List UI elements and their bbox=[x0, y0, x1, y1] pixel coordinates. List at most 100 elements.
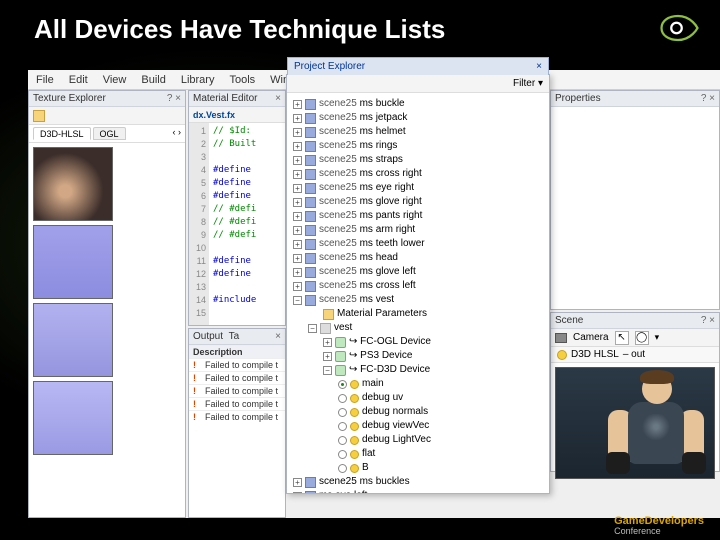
pointer-tool-icon[interactable]: ↖ bbox=[615, 331, 629, 345]
technique-label: flat bbox=[362, 447, 375, 461]
tree-row[interactable]: +scene25 ms straps bbox=[293, 153, 543, 167]
tree-expand-icon[interactable]: + bbox=[293, 240, 302, 249]
tree-expand-icon[interactable]: + bbox=[293, 212, 302, 221]
tree-item-icon bbox=[305, 99, 316, 110]
menu-build[interactable]: Build bbox=[141, 74, 165, 86]
tree-row[interactable]: − scene25 ms vest bbox=[293, 293, 543, 307]
tree-label: scene25 ms eye right bbox=[319, 181, 414, 195]
tree-row[interactable]: +scene25 ms glove right bbox=[293, 195, 543, 209]
tree-expand-icon[interactable]: + bbox=[293, 492, 302, 494]
output-row[interactable]: !Failed to compile t bbox=[189, 358, 285, 371]
tree-expand-icon[interactable]: + bbox=[293, 254, 302, 263]
tab-d3d-hlsl[interactable]: D3D-HLSL bbox=[33, 127, 91, 140]
tree-row[interactable]: + scene25 ms cross right bbox=[293, 167, 543, 181]
tree-expand-icon[interactable]: + bbox=[293, 100, 302, 109]
folder-icon[interactable] bbox=[33, 110, 45, 122]
output-row[interactable]: !Failed to compile t bbox=[189, 410, 285, 423]
project-tree[interactable]: +scene25 ms buckle+scene25 ms jetpack+sc… bbox=[287, 93, 549, 493]
tree-row[interactable]: +scene25 ms cross left bbox=[293, 279, 543, 293]
scene-extra-label: – out bbox=[623, 349, 645, 360]
tree-expand-icon[interactable]: + bbox=[293, 198, 302, 207]
menu-view[interactable]: View bbox=[103, 74, 127, 86]
pane-close-icon[interactable]: × bbox=[275, 93, 281, 104]
technique-row[interactable]: debug LightVec bbox=[293, 433, 543, 447]
tree-expand-icon[interactable]: + bbox=[293, 478, 302, 487]
tree-expand-icon[interactable]: + bbox=[323, 338, 332, 347]
texture-thumbnail[interactable] bbox=[33, 381, 113, 455]
tree-row[interactable]: Material Parameters bbox=[293, 307, 543, 321]
tree-expand-icon[interactable]: − bbox=[308, 324, 317, 333]
technique-row[interactable]: debug uv bbox=[293, 391, 543, 405]
tree-expand-icon[interactable]: + bbox=[293, 128, 302, 137]
menu-edit[interactable]: Edit bbox=[69, 74, 88, 86]
technique-radio-icon[interactable] bbox=[338, 408, 347, 417]
tree-expand-icon[interactable]: − bbox=[323, 366, 332, 375]
tree-row[interactable]: +scene25 ms arm right bbox=[293, 223, 543, 237]
tree-label: scene25 ms glove left bbox=[319, 265, 416, 279]
tree-expand-icon[interactable]: + bbox=[293, 170, 302, 179]
output-row[interactable]: !Failed to compile t bbox=[189, 371, 285, 384]
tree-row[interactable]: +scene25 ms buckle bbox=[293, 97, 543, 111]
output-row[interactable]: !Failed to compile t bbox=[189, 397, 285, 410]
tree-expand-icon[interactable]: + bbox=[293, 156, 302, 165]
tree-expand-icon[interactable]: + bbox=[293, 114, 302, 123]
tree-expand-icon[interactable]: + bbox=[293, 184, 302, 193]
code-body[interactable]: // $Id: // Built #define #define #define… bbox=[209, 123, 256, 325]
tree-label: scene25 ms vest bbox=[319, 293, 394, 307]
pane-close-icon[interactable]: × bbox=[275, 331, 281, 342]
technique-radio-icon[interactable] bbox=[338, 450, 347, 459]
tree-row[interactable]: +scene25 ms teeth lower bbox=[293, 237, 543, 251]
tab-ogl[interactable]: OGL bbox=[93, 127, 126, 140]
pane-close-icon[interactable]: ? × bbox=[701, 315, 715, 326]
technique-radio-icon[interactable] bbox=[338, 422, 347, 431]
tree-row[interactable]: +scene25 ms buckles bbox=[293, 475, 543, 489]
tree-label: scene25 ms cross right bbox=[319, 167, 422, 181]
tree-row[interactable]: + scene25 ms eye right bbox=[293, 181, 543, 195]
technique-row[interactable]: flat bbox=[293, 447, 543, 461]
tree-row[interactable]: + scene25 ms glove left bbox=[293, 265, 543, 279]
tree-expand-icon[interactable]: + bbox=[323, 352, 332, 361]
tree-expand-icon[interactable]: + bbox=[293, 226, 302, 235]
pane-close-icon[interactable]: ? × bbox=[701, 93, 715, 104]
menu-file[interactable]: File bbox=[36, 74, 54, 86]
tree-expand-icon[interactable]: + bbox=[293, 282, 302, 291]
tree-row[interactable]: +↪ FC-OGL Device bbox=[293, 335, 543, 349]
tree-row[interactable]: +ms eye left bbox=[293, 489, 543, 493]
pane-close-icon[interactable]: × bbox=[536, 61, 542, 72]
technique-radio-icon[interactable] bbox=[338, 380, 347, 389]
menu-tools[interactable]: Tools bbox=[229, 74, 255, 86]
tree-item-icon bbox=[305, 295, 316, 306]
tree-row[interactable]: +scene25 ms pants right bbox=[293, 209, 543, 223]
texture-toolbar[interactable] bbox=[29, 107, 185, 125]
render-viewport[interactable] bbox=[555, 367, 715, 479]
texture-thumbnail[interactable] bbox=[33, 225, 113, 299]
tree-row[interactable]: +↪ PS3 Device bbox=[293, 349, 543, 363]
filter-dropdown[interactable]: Filter ▾ bbox=[513, 78, 543, 89]
tree-row[interactable]: −↪ FC-D3D Device bbox=[293, 363, 543, 377]
output-row[interactable]: !Failed to compile t bbox=[189, 384, 285, 397]
tree-row[interactable]: +scene25 ms jetpack bbox=[293, 111, 543, 125]
toolbar-more-icon[interactable]: ▾ bbox=[655, 332, 660, 343]
tree-row[interactable]: +scene25 ms rings bbox=[293, 139, 543, 153]
pane-close-icon[interactable]: ? × bbox=[167, 93, 181, 104]
technique-row[interactable]: B bbox=[293, 461, 543, 475]
technique-row[interactable]: debug normals bbox=[293, 405, 543, 419]
technique-row[interactable]: main bbox=[293, 377, 543, 391]
tree-row[interactable]: +scene25 ms helmet bbox=[293, 125, 543, 139]
technique-radio-icon[interactable] bbox=[338, 464, 347, 473]
technique-radio-icon[interactable] bbox=[338, 394, 347, 403]
tab-overflow-icon[interactable]: ‹ › bbox=[173, 127, 182, 140]
texture-thumbnail[interactable] bbox=[33, 303, 113, 377]
tree-expand-icon[interactable]: + bbox=[293, 142, 302, 151]
tree-expand-icon[interactable]: − bbox=[293, 296, 302, 305]
orbit-tool-icon[interactable]: ◯ bbox=[635, 331, 649, 345]
technique-row[interactable]: debug viewVec bbox=[293, 419, 543, 433]
texture-thumbnail[interactable] bbox=[33, 147, 113, 221]
camera-icon[interactable] bbox=[555, 333, 567, 343]
tree-row[interactable]: −vest bbox=[293, 321, 543, 335]
api-tabs[interactable]: D3D-HLSL OGL ‹ › bbox=[29, 125, 185, 143]
menu-library[interactable]: Library bbox=[181, 74, 215, 86]
tree-expand-icon[interactable]: + bbox=[293, 268, 302, 277]
technique-radio-icon[interactable] bbox=[338, 436, 347, 445]
tree-row[interactable]: +scene25 ms head bbox=[293, 251, 543, 265]
